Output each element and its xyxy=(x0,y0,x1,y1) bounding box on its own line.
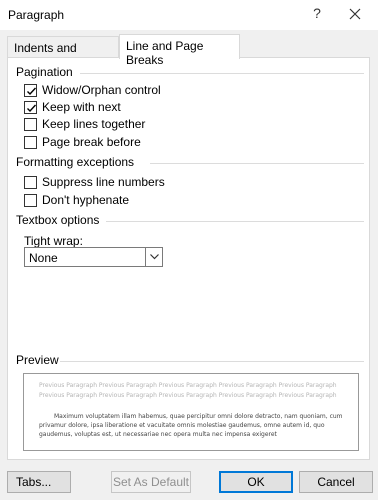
tab-strip: Indents and Spacing Line and Page Breaks xyxy=(0,34,378,69)
checkbox[interactable] xyxy=(24,100,37,114)
checkmark-icon xyxy=(27,104,37,112)
preview-line: Maximum voluptatem illam habemus, quae p… xyxy=(54,413,343,420)
checkbox[interactable] xyxy=(24,193,37,207)
checkbox-dont-hyphenate[interactable]: Don't hyphenate xyxy=(24,192,129,208)
tight-wrap-select[interactable]: None xyxy=(24,247,163,267)
checkbox-label: Page break before xyxy=(42,135,141,149)
tab-panel: Pagination Widow/Orphan control Keep wit… xyxy=(7,57,370,460)
checkbox-label: Widow/Orphan control xyxy=(42,83,161,97)
checkbox-label: Keep with next xyxy=(42,100,121,114)
tab-line-and-page-breaks[interactable]: Line and Page Breaks xyxy=(119,34,240,67)
divider xyxy=(60,361,364,362)
checkbox[interactable] xyxy=(24,83,37,97)
title-bar: Paragraph ? xyxy=(0,0,378,30)
checkbox[interactable] xyxy=(24,135,37,149)
pagination-heading: Pagination xyxy=(16,65,73,79)
set-as-default-button[interactable]: Set As Default xyxy=(111,471,191,493)
tab-indents-and-spacing[interactable]: Indents and Spacing xyxy=(7,36,119,69)
checkbox[interactable] xyxy=(24,175,37,189)
close-icon xyxy=(349,8,361,20)
textbox-heading: Textbox options xyxy=(16,213,100,227)
checkmark-icon xyxy=(27,87,37,95)
dropdown-button[interactable] xyxy=(145,248,162,266)
preview-page: Previous Paragraph Previous Paragraph Pr… xyxy=(29,377,354,448)
checkbox-label: Keep lines together xyxy=(42,117,146,131)
checkbox[interactable] xyxy=(24,117,37,131)
chevron-down-icon xyxy=(149,254,159,260)
cancel-button[interactable]: Cancel xyxy=(299,471,373,493)
ok-button[interactable]: OK xyxy=(219,471,293,493)
checkbox-page-break-before[interactable]: Page break before xyxy=(24,134,141,150)
checkbox-widow-orphan[interactable]: Widow/Orphan control xyxy=(24,82,161,98)
help-button[interactable]: ? xyxy=(310,5,324,23)
preview-paragraph: Maximum voluptatem illam habemus, quae p… xyxy=(39,412,344,439)
preview-heading: Preview xyxy=(16,353,59,367)
divider xyxy=(150,163,364,164)
checkbox-suppress-line-numbers[interactable]: Suppress line numbers xyxy=(24,174,165,190)
checkbox-label: Suppress line numbers xyxy=(42,175,165,189)
close-button[interactable] xyxy=(346,5,364,23)
previous-paragraph-line: Previous Paragraph Previous Paragraph Pr… xyxy=(39,382,337,389)
checkbox-label: Don't hyphenate xyxy=(42,193,130,207)
tight-wrap-label: Tight wrap: xyxy=(24,234,83,248)
checkbox-keep-with-next[interactable]: Keep with next xyxy=(24,99,121,115)
preview-line: gaudemus, voluptas est, ut necessariae n… xyxy=(39,431,277,438)
dialog-title: Paragraph xyxy=(8,8,65,22)
previous-paragraph-line: Previous Paragraph Previous Paragraph Pr… xyxy=(39,392,337,399)
tabs-button[interactable]: Tabs... xyxy=(7,471,71,493)
divider xyxy=(106,221,364,222)
preview-line: privamur dolore, ipsa liberatione et vac… xyxy=(39,422,325,429)
divider xyxy=(80,73,364,74)
tight-wrap-value: None xyxy=(29,251,58,265)
preview-box: Previous Paragraph Previous Paragraph Pr… xyxy=(23,373,359,451)
formatting-heading: Formatting exceptions xyxy=(16,155,135,169)
checkbox-keep-lines-together[interactable]: Keep lines together xyxy=(24,116,145,132)
